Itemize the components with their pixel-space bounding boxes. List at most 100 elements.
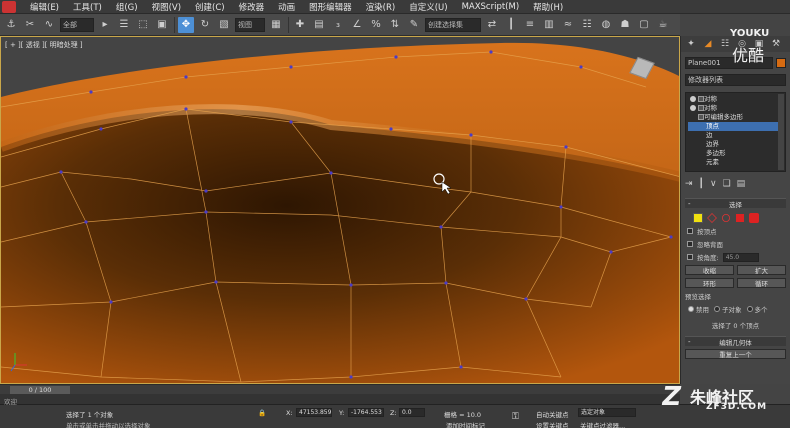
object-color-swatch[interactable] [776, 58, 786, 68]
stack-item-border[interactable]: 边界 [688, 140, 783, 149]
configure-sets-icon[interactable]: ▤ [737, 179, 746, 189]
add-time-tag-text[interactable]: 添加时间标记 [446, 420, 485, 428]
time-slider-track[interactable]: 0 / 100 [0, 384, 680, 394]
select-by-name-icon[interactable]: ☰ [116, 17, 132, 33]
auto-key-label[interactable]: 自动关键点 [536, 409, 569, 419]
curve-editor-icon[interactable]: ≈ [560, 17, 576, 33]
spinner-snap-icon[interactable]: ⇅ [387, 17, 403, 33]
checkbox[interactable] [687, 254, 693, 260]
stack-scrollbar[interactable] [778, 94, 784, 170]
unlink-icon[interactable]: ✂ [22, 17, 38, 33]
selection-rollout-header[interactable]: - 选择 [685, 198, 786, 209]
schematic-view-icon[interactable]: ☷ [579, 17, 595, 33]
angle-spinner[interactable]: 45.0 [722, 252, 759, 262]
graphite-ribbon-icon[interactable]: ▥ [541, 17, 557, 33]
menu-tools[interactable]: 工具(T) [73, 1, 102, 13]
menu-views[interactable]: 视图(V) [152, 1, 181, 13]
make-unique-icon[interactable]: ∨ [710, 179, 717, 189]
viewport-label[interactable]: [ + ][ 透视 ][ 明暗处理 ] [5, 40, 83, 50]
edge-level-icon[interactable] [707, 213, 717, 223]
set-key-label[interactable]: 设置关键点 [536, 420, 569, 428]
pin-stack-icon[interactable]: ⇥ [685, 179, 693, 189]
snaps-toggle-icon[interactable]: ₃ [330, 17, 346, 33]
expand-box-icon[interactable] [698, 105, 704, 111]
material-editor-icon[interactable]: ◍ [598, 17, 614, 33]
menu-rendering[interactable]: 渲染(R) [366, 1, 396, 13]
select-object-icon[interactable]: ▸ [97, 17, 113, 33]
render-production-icon[interactable]: ☕ [655, 17, 671, 33]
menu-graph-editors[interactable]: 图形编辑器 [309, 1, 352, 13]
rendered-frame-icon[interactable]: ▢ [636, 17, 652, 33]
modifier-list-dropdown[interactable]: 修改器列表 [685, 74, 786, 86]
link-icon[interactable]: ⚓ [3, 17, 19, 33]
radio-multi[interactable] [746, 306, 753, 312]
utilities-tab-icon[interactable]: ⚒ [769, 38, 783, 50]
stack-item-edge[interactable]: 边 [688, 131, 783, 140]
reference-coord-dropdown[interactable]: 视图 [235, 17, 265, 32]
border-level-icon[interactable] [722, 214, 730, 222]
stack-item-element[interactable]: 元素 [688, 158, 783, 167]
vertex-level-icon[interactable] [693, 213, 703, 223]
remove-modifier-icon[interactable]: ❑ [723, 179, 731, 189]
angle-snap-icon[interactable]: ∠ [349, 17, 365, 33]
x-coord-field[interactable]: 47153.859 [296, 408, 332, 417]
radio-disabled[interactable] [688, 306, 694, 312]
light-bulb-icon[interactable] [690, 96, 696, 102]
percent-snap-icon[interactable]: % [368, 17, 384, 33]
repeat-last-button[interactable]: 重复上一个 [685, 349, 786, 359]
stack-item-editable-poly[interactable]: 可编辑多边形 [688, 113, 783, 122]
stack-item-vertex[interactable]: 顶点 [688, 122, 783, 131]
track-bar[interactable] [0, 394, 680, 404]
lock-selection-icon[interactable]: 🔒 [258, 409, 266, 417]
edit-named-selection-icon[interactable]: ✎ [406, 17, 422, 33]
grow-button[interactable]: 扩大 [737, 265, 786, 275]
rect-selection-icon[interactable]: ⬚ [135, 17, 151, 33]
ignore-backfacing-option[interactable]: 忽略背面 [687, 239, 790, 249]
select-move-icon[interactable]: ✥ [178, 16, 194, 33]
stack-item-symmetry-2[interactable]: 对称 [688, 104, 783, 113]
modify-tab-icon[interactable]: ◢ [701, 38, 715, 50]
layer-manager-icon[interactable]: ≡ [522, 17, 538, 33]
pivot-center-icon[interactable]: ▦ [268, 17, 284, 33]
menu-edit[interactable]: 编辑(E) [30, 1, 59, 13]
window-crossing-icon[interactable]: ▣ [154, 17, 170, 33]
select-scale-icon[interactable]: ▧ [216, 17, 232, 33]
stack-item-polygon[interactable]: 多边形 [688, 149, 783, 158]
light-bulb-icon[interactable] [690, 105, 696, 111]
menu-animation[interactable]: 动画 [278, 1, 295, 13]
checkbox[interactable] [687, 228, 693, 234]
mirror-icon[interactable]: ⇄ [484, 17, 500, 33]
align-icon[interactable]: ┃ [503, 17, 519, 33]
render-setup-icon[interactable]: ☗ [617, 17, 633, 33]
stack-item-symmetry-1[interactable]: 对称 [688, 95, 783, 104]
expand-box-icon[interactable] [698, 96, 704, 102]
key-icon[interactable]: ⚿ [512, 412, 519, 422]
ring-button[interactable]: 环形 [685, 278, 734, 288]
key-mode-dropdown[interactable]: 选定对象 [578, 408, 636, 417]
polygon-level-icon[interactable] [736, 214, 744, 222]
key-filters-label[interactable]: 关键点过滤器... [580, 420, 625, 428]
app-logo-icon[interactable] [2, 0, 16, 13]
by-angle-option[interactable]: 按角度: 45.0 [687, 252, 790, 262]
y-coord-field[interactable]: -1764.553 [348, 408, 384, 417]
create-tab-icon[interactable]: ✦ [684, 38, 698, 50]
select-manipulate-icon[interactable]: ✚ [292, 17, 308, 33]
hierarchy-tab-icon[interactable]: ☷ [718, 38, 732, 50]
menu-help[interactable]: 帮助(H) [533, 1, 563, 13]
menu-maxscript[interactable]: MAXScript(M) [462, 2, 520, 12]
keyboard-shortcut-icon[interactable]: ▤ [311, 17, 327, 33]
bind-spacewarp-icon[interactable]: ∿ [41, 17, 57, 33]
perspective-viewport[interactable]: [ + ][ 透视 ][ 明暗处理 ] [0, 36, 680, 384]
menu-group[interactable]: 组(G) [116, 1, 138, 13]
loop-button[interactable]: 循环 [737, 278, 786, 288]
radio-subobject[interactable] [714, 306, 720, 312]
selection-filter-dropdown[interactable]: 全部 [60, 17, 94, 32]
edit-geometry-rollout-header[interactable]: - 编辑几何体 [685, 336, 786, 347]
time-slider[interactable]: 0 / 100 [10, 386, 70, 394]
shrink-button[interactable]: 收缩 [685, 265, 734, 275]
element-level-icon[interactable] [749, 213, 759, 223]
checkbox[interactable] [687, 241, 693, 247]
z-coord-field[interactable]: 0.0 [399, 408, 425, 417]
expand-box-icon[interactable] [698, 114, 704, 120]
menu-modifiers[interactable]: 修改器 [239, 1, 265, 13]
